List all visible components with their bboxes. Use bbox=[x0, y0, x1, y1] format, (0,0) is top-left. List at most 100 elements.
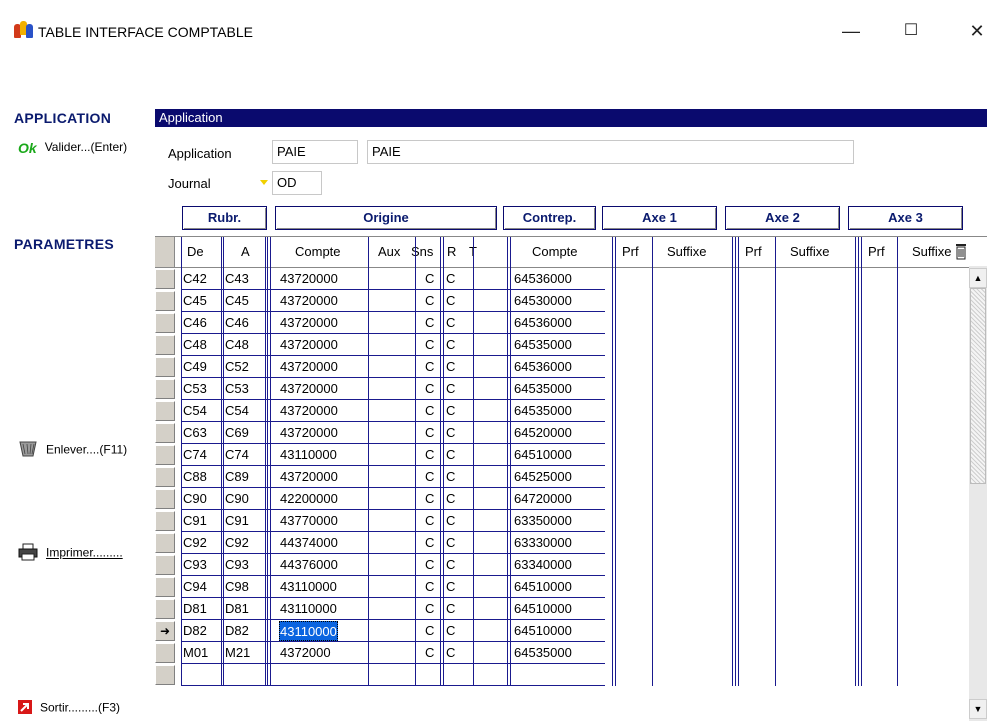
cell-sns[interactable]: C bbox=[425, 577, 434, 597]
cell-sns[interactable]: C bbox=[425, 467, 434, 487]
cell-compte[interactable]: 42200000 bbox=[280, 489, 338, 509]
cell-a[interactable]: C45 bbox=[225, 291, 249, 311]
cell-r[interactable]: C bbox=[446, 269, 455, 289]
cell-r[interactable]: C bbox=[446, 401, 455, 421]
cell-r[interactable]: C bbox=[446, 489, 455, 509]
cell-a[interactable]: D82 bbox=[225, 621, 249, 641]
cell-contrep[interactable]: 64510000 bbox=[514, 621, 572, 641]
cell-de[interactable]: C74 bbox=[183, 445, 207, 465]
cell-r[interactable]: C bbox=[446, 511, 455, 531]
cell-r[interactable]: C bbox=[446, 291, 455, 311]
cell-compte[interactable]: 43110000 bbox=[279, 621, 338, 641]
row-selector[interactable] bbox=[155, 423, 175, 443]
cell-compte[interactable]: 43720000 bbox=[280, 313, 338, 333]
cell-r[interactable]: C bbox=[446, 555, 455, 575]
col-header-prf1[interactable]: Prf bbox=[622, 237, 639, 267]
cell-sns[interactable]: C bbox=[425, 533, 434, 553]
cell-sns[interactable]: C bbox=[425, 445, 434, 465]
cell-r[interactable]: C bbox=[446, 467, 455, 487]
cell-de[interactable]: C94 bbox=[183, 577, 207, 597]
cell-contrep[interactable]: 64535000 bbox=[514, 379, 572, 399]
data-grid[interactable]: De A Compte Aux Sns R T Compte Prf Suffi… bbox=[155, 236, 987, 721]
cell-r[interactable]: C bbox=[446, 621, 455, 641]
scroll-down-arrow-icon[interactable]: ▼ bbox=[969, 699, 987, 719]
col-header-contrep-compte[interactable]: Compte bbox=[532, 237, 578, 267]
cell-contrep[interactable]: 64535000 bbox=[514, 401, 572, 421]
col-header-suffixe1[interactable]: Suffixe bbox=[667, 237, 707, 267]
col-header-de[interactable]: De bbox=[187, 237, 204, 267]
row-selector[interactable] bbox=[155, 643, 175, 663]
cell-a[interactable]: C52 bbox=[225, 357, 249, 377]
cell-sns[interactable]: C bbox=[425, 489, 434, 509]
cell-de[interactable]: M01 bbox=[183, 643, 208, 663]
cell-compte[interactable]: 43720000 bbox=[280, 335, 338, 355]
col-header-suffixe2[interactable]: Suffixe bbox=[790, 237, 830, 267]
cell-sns[interactable]: C bbox=[425, 269, 434, 289]
cell-de[interactable]: C54 bbox=[183, 401, 207, 421]
col-header-aux[interactable]: Aux bbox=[378, 237, 400, 267]
cell-r[interactable]: C bbox=[446, 313, 455, 333]
cell-de[interactable]: C48 bbox=[183, 335, 207, 355]
cell-a[interactable]: C90 bbox=[225, 489, 249, 509]
cell-compte[interactable]: 44376000 bbox=[280, 555, 338, 575]
row-selector[interactable] bbox=[155, 291, 175, 311]
cell-a[interactable]: C93 bbox=[225, 555, 249, 575]
cell-contrep[interactable]: 63340000 bbox=[514, 555, 572, 575]
cell-compte[interactable]: 43110000 bbox=[280, 577, 337, 597]
cell-compte[interactable]: 43110000 bbox=[280, 445, 337, 465]
row-selector[interactable] bbox=[155, 665, 175, 685]
col-header-suffixe3[interactable]: Suffixe bbox=[912, 237, 952, 267]
col-header-prf3[interactable]: Prf bbox=[868, 237, 885, 267]
cell-a[interactable]: C46 bbox=[225, 313, 249, 333]
cell-sns[interactable]: C bbox=[425, 511, 434, 531]
cell-de[interactable]: C91 bbox=[183, 511, 207, 531]
cell-compte[interactable]: 43720000 bbox=[280, 291, 338, 311]
cell-a[interactable]: C69 bbox=[225, 423, 249, 443]
cell-de[interactable]: C53 bbox=[183, 379, 207, 399]
cell-compte[interactable]: 43720000 bbox=[280, 379, 338, 399]
cell-de[interactable]: C45 bbox=[183, 291, 207, 311]
cell-a[interactable]: C53 bbox=[225, 379, 249, 399]
vertical-scrollbar[interactable]: ▲ ▼ bbox=[969, 266, 987, 721]
row-selector[interactable] bbox=[155, 379, 175, 399]
cell-de[interactable]: D82 bbox=[183, 621, 207, 641]
cell-sns[interactable]: C bbox=[425, 621, 434, 641]
cell-contrep[interactable]: 64530000 bbox=[514, 291, 572, 311]
current-row-pointer-icon[interactable]: ➜ bbox=[155, 621, 175, 641]
enlever-button[interactable]: Enlever....(F11) bbox=[18, 440, 127, 461]
cell-sns[interactable]: C bbox=[425, 643, 434, 663]
imprimer-button[interactable]: Imprimer......... bbox=[18, 543, 123, 564]
cell-contrep[interactable]: 64536000 bbox=[514, 357, 572, 377]
cell-compte[interactable]: 44374000 bbox=[280, 533, 338, 553]
cell-a[interactable]: M21 bbox=[225, 643, 250, 663]
row-selector[interactable] bbox=[155, 533, 175, 553]
cell-compte[interactable]: 43770000 bbox=[280, 511, 338, 531]
cell-contrep[interactable]: 64535000 bbox=[514, 335, 572, 355]
maximize-button[interactable]: ☐ bbox=[896, 18, 926, 44]
cell-sns[interactable]: C bbox=[425, 555, 434, 575]
cell-sns[interactable]: C bbox=[425, 291, 434, 311]
cell-contrep[interactable]: 64510000 bbox=[514, 577, 572, 597]
cell-compte[interactable]: 43720000 bbox=[280, 269, 338, 289]
cell-a[interactable]: C98 bbox=[225, 577, 249, 597]
cell-sns[interactable]: C bbox=[425, 401, 434, 421]
cell-contrep[interactable]: 64510000 bbox=[514, 445, 572, 465]
cell-compte[interactable]: 43720000 bbox=[280, 357, 338, 377]
col-header-r[interactable]: R bbox=[447, 237, 456, 267]
cell-contrep[interactable]: 64510000 bbox=[514, 599, 572, 619]
col-header-a[interactable]: A bbox=[241, 237, 250, 267]
cell-sns[interactable]: C bbox=[425, 599, 434, 619]
cell-sns[interactable]: C bbox=[425, 423, 434, 443]
cell-compte[interactable]: 4372000 bbox=[280, 643, 331, 663]
cell-r[interactable]: C bbox=[446, 577, 455, 597]
cell-contrep[interactable]: 63350000 bbox=[514, 511, 572, 531]
row-selector[interactable] bbox=[155, 555, 175, 575]
cell-r[interactable]: C bbox=[446, 599, 455, 619]
col-header-compte[interactable]: Compte bbox=[295, 237, 341, 267]
cell-de[interactable]: C46 bbox=[183, 313, 207, 333]
cell-contrep[interactable]: 63330000 bbox=[514, 533, 572, 553]
cell-contrep[interactable]: 64720000 bbox=[514, 489, 572, 509]
row-selector[interactable] bbox=[155, 467, 175, 487]
cell-r[interactable]: C bbox=[446, 335, 455, 355]
cell-a[interactable]: C48 bbox=[225, 335, 249, 355]
